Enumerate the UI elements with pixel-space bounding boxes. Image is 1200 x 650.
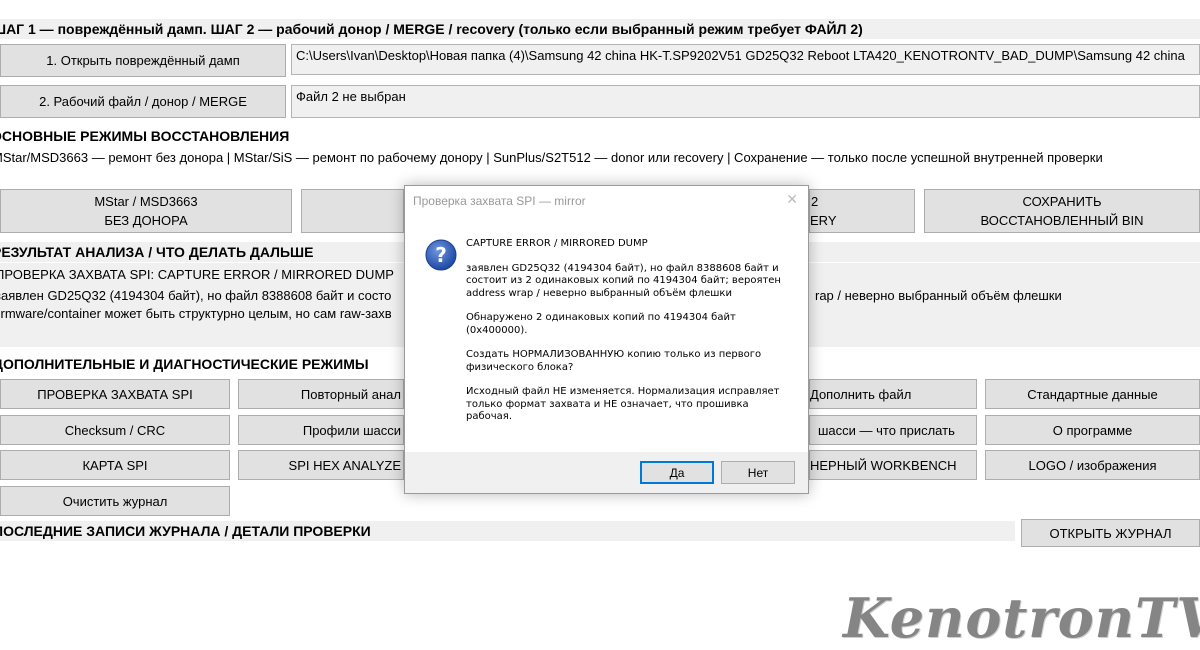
reanalyze-button[interactable]: Повторный анал bbox=[238, 379, 404, 409]
save-button-line2: ВОССТАНОВЛЕННЫЙ BIN bbox=[980, 213, 1144, 228]
kenotrontv-watermark: KenotronTV bbox=[843, 586, 1200, 650]
question-icon: ? bbox=[425, 239, 457, 271]
log-header: ПОСЛЕДНИЕ ЗАПИСИ ЖУРНАЛА / ДЕТАЛИ ПРОВЕР… bbox=[0, 521, 1015, 541]
result-line-3: firmware/container может быть структурно… bbox=[0, 306, 392, 321]
standard-data-button[interactable]: Стандартные данные bbox=[985, 379, 1200, 409]
modes-hint: MStar/MSD3663 — ремонт без донора | MSta… bbox=[0, 150, 1103, 165]
dialog-paragraph-3: Создать НОРМАЛИЗОВАННУЮ копию только из … bbox=[466, 349, 762, 373]
mstar-sis-donor-button[interactable] bbox=[301, 189, 404, 233]
workbench-button[interactable]: НЕРНЫЙ WORKBENCH bbox=[809, 450, 977, 480]
save-restored-bin-button[interactable]: СОХРАНИТЬ ВОССТАНОВЛЕННЫЙ BIN bbox=[924, 189, 1200, 233]
modes-header: ОСНОВНЫЕ РЕЖИМЫ ВОССТАНОВЛЕНИЯ bbox=[0, 126, 1200, 146]
svg-text:?: ? bbox=[435, 243, 447, 267]
save-button-line1: СОХРАНИТЬ bbox=[1022, 194, 1102, 209]
mstar-no-donor-button[interactable]: MStar / MSD3663 БЕЗ ДОНОРА bbox=[0, 189, 292, 233]
logo-images-button[interactable]: LOGO / изображения bbox=[985, 450, 1200, 480]
file1-path-field[interactable]: C:\Users\Ivan\Desktop\Новая папка (4)\Sa… bbox=[291, 44, 1200, 75]
about-button[interactable]: О программе bbox=[985, 415, 1200, 445]
dialog-paragraph-4: Исходный файл НЕ изменяется. Нормализаци… bbox=[466, 386, 780, 422]
chassis-profiles-button[interactable]: Профили шасси bbox=[238, 415, 404, 445]
result-line-1: ПРОВЕРКА ЗАХВАТА SPI: CAPTURE ERROR / MI… bbox=[0, 267, 394, 282]
dialog-yes-button[interactable]: Да bbox=[640, 461, 714, 484]
dialog-message: CAPTURE ERROR / MIRRORED DUMP заявлен GD… bbox=[466, 238, 786, 436]
file2-path-field[interactable]: Файл 2 не выбран bbox=[291, 85, 1200, 118]
dialog-title: Проверка захвата SPI — mirror bbox=[413, 194, 586, 208]
spi-map-button[interactable]: КАРТА SPI bbox=[0, 450, 230, 480]
checksum-crc-button[interactable]: Checksum / CRC bbox=[0, 415, 230, 445]
dialog-paragraph-2: Обнаружено 2 одинаковых копий по 4194304… bbox=[466, 312, 736, 336]
mstar-button-line1: MStar / MSD3663 bbox=[94, 194, 198, 209]
chassis-send-button[interactable]: шасси — что прислать bbox=[809, 415, 977, 445]
dialog-paragraph-1: заявлен GD25Q32 (4194304 байт), но файл … bbox=[466, 262, 781, 299]
sunplus-button-line2: ERY bbox=[810, 213, 837, 228]
dialog-heading: CAPTURE ERROR / MIRRORED DUMP bbox=[466, 238, 648, 249]
open-log-button[interactable]: ОТКРЫТЬ ЖУРНАЛ bbox=[1021, 519, 1200, 547]
dialog-close-icon[interactable]: ✕ bbox=[786, 191, 798, 208]
fill-file-button[interactable]: Дополнить файл bbox=[809, 379, 977, 409]
mirror-check-dialog: Проверка захвата SPI — mirror ✕ ? CAPTUR… bbox=[404, 185, 809, 494]
result-line-2-tail: rap / неверно выбранный объём флешки bbox=[815, 288, 1062, 303]
sunplus-recovery-button[interactable]: 2 ERY bbox=[809, 189, 915, 233]
step-header: ШАГ 1 — повреждённый дамп. ШАГ 2 — рабоч… bbox=[0, 19, 1200, 39]
sunplus-button-line1: 2 bbox=[811, 194, 819, 209]
dialog-no-button[interactable]: Нет bbox=[721, 461, 795, 484]
clear-log-button[interactable]: Очистить журнал bbox=[0, 486, 230, 516]
dialog-footer: Да Нет bbox=[405, 452, 808, 493]
open-donor-file-button[interactable]: 2. Рабочий файл / донор / MERGE bbox=[0, 85, 286, 118]
mstar-button-line2: БЕЗ ДОНОРА bbox=[104, 213, 188, 228]
spi-hex-analyzer-button[interactable]: SPI HEX ANALYZE bbox=[238, 450, 404, 480]
open-damaged-dump-button[interactable]: 1. Открыть повреждённый дамп bbox=[0, 44, 286, 77]
result-line-2: заявлен GD25Q32 (4194304 байт), но файл … bbox=[0, 288, 392, 303]
spi-capture-check-button[interactable]: ПРОВЕРКА ЗАХВАТА SPI bbox=[0, 379, 230, 409]
